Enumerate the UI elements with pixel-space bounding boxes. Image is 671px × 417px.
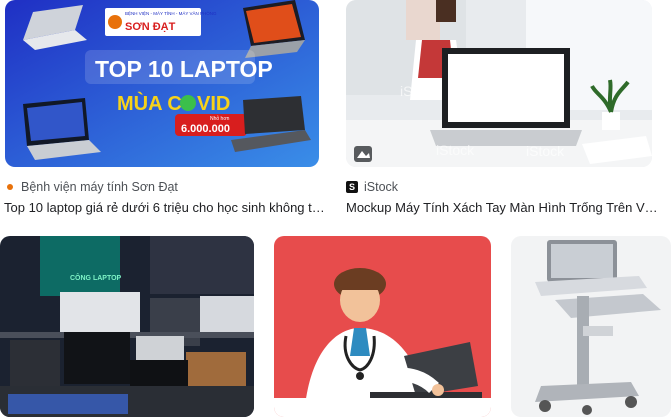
result-title-1[interactable]: Top 10 laptop giá rẻ dưới 6 triệu cho họ… (4, 200, 326, 215)
banner-headline: TOP 10 LAPTOP (95, 56, 273, 82)
banner-subhead-end: VID (197, 93, 230, 115)
watermark: iStock (526, 143, 565, 159)
watermark: iStock (436, 142, 475, 158)
brand-tagline: BỆNH VIỆN - MÁY TÍNH - MÁY VĂN PHÒNG (125, 9, 217, 16)
result-source-2[interactable]: S iStock (346, 180, 652, 194)
result-image-2[interactable]: iStock iStock iStock (346, 0, 652, 167)
istock-favicon-icon: S (346, 181, 358, 193)
result-source-1[interactable]: Bệnh viện máy tính Sơn Đạt (5, 180, 319, 194)
banner-subhead: MÙA C (117, 91, 182, 115)
price: 6.000.000 (181, 123, 230, 135)
doctor-image (274, 236, 491, 417)
source-label: iStock (364, 180, 399, 194)
result-image-1[interactable]: BỆNH VIỆN - MÁY TÍNH - MÁY VĂN PHÒNG SƠN… (5, 0, 319, 167)
price-prefix: Nhỏ hơn (210, 115, 230, 122)
virus-icon (180, 95, 196, 111)
result-title-2[interactable]: Mockup Máy Tính Xách Tay Màn Hình Trống … (346, 200, 664, 215)
store-image: CÔNG LAPTOP (0, 236, 254, 417)
result-image-4[interactable] (274, 236, 491, 417)
brand-name: SƠN ĐẠT (125, 21, 176, 33)
result-image-5[interactable] (511, 236, 671, 417)
store-sign: CÔNG LAPTOP (70, 273, 122, 282)
cart-image (511, 236, 671, 417)
source-label: Bệnh viện máy tính Sơn Đạt (21, 180, 178, 194)
result-image-3[interactable]: CÔNG LAPTOP (0, 236, 254, 417)
source-dot-icon (7, 184, 13, 190)
watermark: iStock (400, 83, 439, 99)
mockup-image: iStock iStock iStock (346, 0, 652, 167)
banner-image: BỆNH VIỆN - MÁY TÍNH - MÁY VĂN PHÒNG SƠN… (5, 0, 319, 167)
